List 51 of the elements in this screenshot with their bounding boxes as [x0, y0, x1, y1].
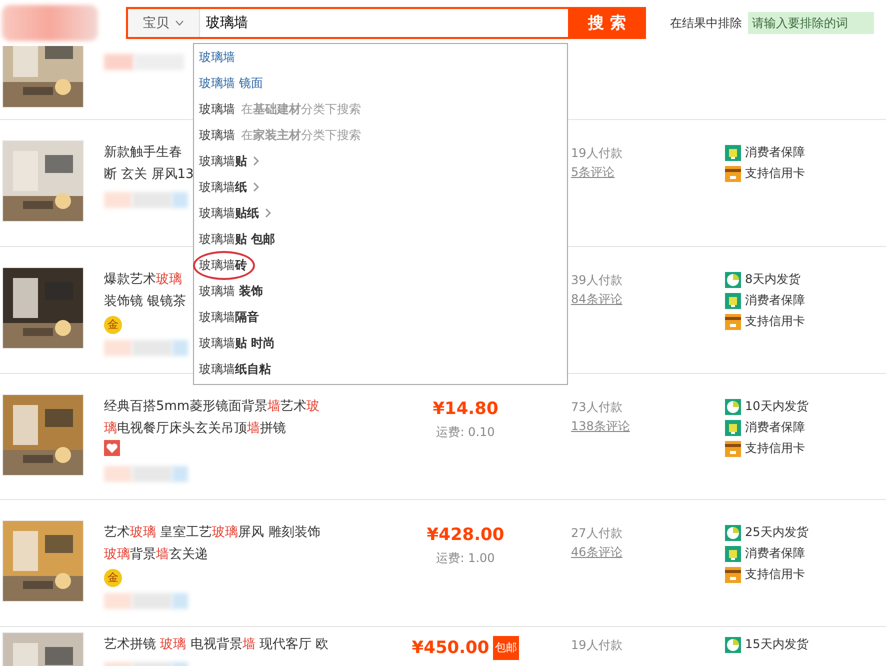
sales-count: 73人付款: [571, 399, 624, 416]
price: ¥450.00 包邮: [412, 636, 520, 660]
search-field[interactable]: 宝贝 玻璃墙 搜 索: [126, 7, 646, 39]
suggestion-item[interactable]: 玻璃墙贴纸: [194, 200, 567, 226]
shipping-fee: 运费: 0.10: [436, 424, 495, 441]
reviews-link[interactable]: 138条评论: [571, 416, 725, 436]
service-label: 支持信用卡: [745, 440, 805, 457]
suggestion-item[interactable]: 玻璃墙贴: [194, 148, 567, 174]
suggestion-item[interactable]: 玻璃墙贴 包邮: [194, 226, 567, 252]
free-shipping-tag: 包邮: [493, 636, 520, 660]
service-label: 支持信用卡: [745, 566, 805, 583]
product-title[interactable]: 艺术玻璃 皇室工艺玻璃屏风 雕刻装饰: [104, 522, 364, 544]
sales-count: 27人付款: [571, 525, 624, 542]
seller-badge: 金: [104, 316, 122, 334]
shipping-fee: 运费: 1.00: [436, 550, 495, 567]
price: ¥14.80: [432, 398, 498, 420]
service-label: 8天内发货: [745, 271, 801, 288]
product-title[interactable]: 玻璃背景墙玄关递: [104, 544, 364, 566]
service-label: 15天内发货: [745, 636, 808, 653]
service-label: 消费者保障: [745, 419, 805, 436]
service-label: 消费者保障: [745, 144, 805, 161]
suggestion-item[interactable]: 玻璃墙隔音: [194, 304, 567, 330]
suggestion-item[interactable]: 玻璃墙纸: [194, 174, 567, 200]
reviews-link[interactable]: 5条评论: [571, 162, 725, 182]
exclude-label: 在结果中排除: [670, 14, 742, 32]
reviews-link[interactable]: 46条评论: [571, 542, 725, 562]
price: ¥428.00: [426, 524, 504, 546]
suggestion-item[interactable]: 玻璃墙: [194, 44, 567, 70]
product-title[interactable]: 经典百搭5mm菱形镜面背景墙艺术玻: [104, 396, 364, 418]
service-label: 消费者保障: [745, 292, 805, 309]
product-title[interactable]: 璃电视餐厅床头玄关吊顶墙拼镜: [104, 418, 364, 440]
seller-badge: 金: [104, 568, 122, 586]
exclude-field[interactable]: 请输入要排除的词: [748, 12, 874, 34]
suggestion-item[interactable]: 玻璃墙 装饰: [194, 278, 567, 304]
service-label: 支持信用卡: [745, 165, 805, 182]
suggestion-item[interactable]: 玻璃墙 镜面: [194, 70, 567, 96]
suggestion-item[interactable]: 玻璃墙 在基础建材分类下搜索: [194, 96, 567, 122]
sales-count: 39人付款: [571, 272, 624, 289]
service-label: 10天内发货: [745, 398, 808, 415]
product-title[interactable]: 艺术拼镜 玻璃 电视背景墙 现代客厅 欧: [104, 634, 364, 656]
service-label: 支持信用卡: [745, 313, 805, 330]
sales-count: 19人付款: [571, 145, 624, 162]
sales-count: 19人付款: [571, 637, 624, 654]
reviews-link[interactable]: 84条评论: [571, 289, 725, 309]
scope-dropdown[interactable]: 宝贝: [128, 9, 200, 37]
suggestion-item[interactable]: 玻璃墙贴 时尚: [194, 330, 567, 356]
service-label: 消费者保障: [745, 545, 805, 562]
suggestion-item[interactable]: 玻璃墙砖: [194, 252, 567, 278]
suggestion-item[interactable]: 玻璃墙 在家装主材分类下搜索: [194, 122, 567, 148]
service-label: 25天内发货: [745, 524, 808, 541]
suggestion-item[interactable]: 玻璃墙纸自粘: [194, 356, 567, 382]
